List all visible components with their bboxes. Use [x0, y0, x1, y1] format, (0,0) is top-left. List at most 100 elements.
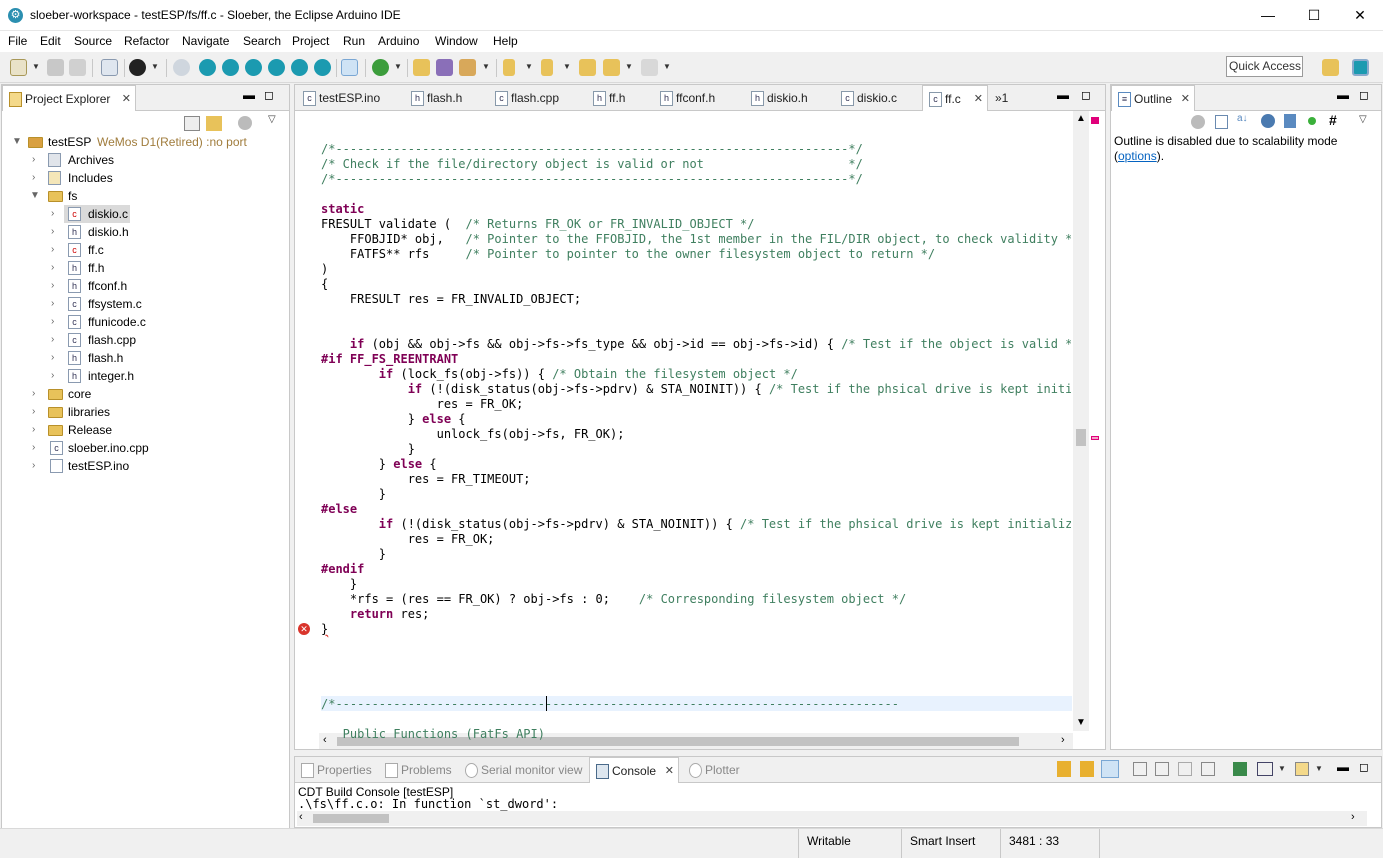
tab-overflow[interactable]: »1 — [989, 85, 1019, 111]
code-line[interactable]: res = FR_OK; — [321, 532, 495, 547]
tab-flash-h[interactable]: h flash.h — [405, 85, 487, 111]
new-console-dropdown-icon[interactable]: ▼ — [1315, 764, 1323, 773]
minimize-view-icon[interactable]: ▬ — [1337, 88, 1349, 102]
minimize-button[interactable]: — — [1245, 0, 1291, 31]
menu-project[interactable]: Project — [292, 34, 329, 48]
tab-problems[interactable]: Problems — [379, 757, 457, 783]
code-line[interactable]: FATFS** rfs /* Pointer to pointer to the… — [321, 247, 935, 262]
tree-item-ffunicode-c[interactable]: › c ffunicode.c — [2, 313, 287, 331]
tree-item-includes[interactable]: › Includes — [2, 169, 287, 187]
tree-item-ffsystem-c[interactable]: › c ffsystem.c — [2, 295, 287, 313]
console-horizontal-scrollbar[interactable]: ‹ › — [297, 811, 1367, 826]
code-line[interactable]: /*--------------------------------------… — [321, 697, 899, 712]
close-icon[interactable]: ✕ — [974, 86, 983, 112]
binary-icon[interactable] — [101, 59, 118, 76]
scroll-down-icon[interactable]: ▼ — [1076, 717, 1086, 728]
menu-refactor[interactable]: Refactor — [124, 34, 169, 48]
collapsed-chevron-icon[interactable]: › — [51, 277, 54, 295]
close-icon[interactable]: ✕ — [1181, 86, 1190, 112]
open-console-icon[interactable] — [1233, 762, 1247, 776]
new-icon[interactable] — [10, 59, 27, 76]
console-scroll-thumb[interactable] — [313, 814, 389, 823]
tab-serial-monitor[interactable]: Serial monitor view — [459, 757, 587, 783]
new-console-icon[interactable] — [1295, 762, 1309, 776]
scroll-right-icon[interactable]: › — [1351, 811, 1355, 823]
run-icon[interactable] — [372, 59, 389, 76]
tree-item-flash-cpp[interactable]: › c flash.cpp — [2, 331, 287, 349]
menu-edit[interactable]: Edit — [40, 34, 61, 48]
next-annotation-dropdown-icon[interactable]: ▼ — [525, 62, 533, 71]
overview-error-marker[interactable] — [1091, 117, 1099, 124]
vertical-scroll-thumb[interactable] — [1076, 429, 1086, 446]
view-menu-icon[interactable]: ▽ — [268, 114, 276, 125]
code-line[interactable]: return res; — [321, 607, 429, 622]
tab-ff-h[interactable]: h ff.h — [587, 85, 647, 111]
code-line[interactable]: if (obj && obj->fs && obj->fs->fs_type &… — [321, 337, 1071, 352]
menu-search[interactable]: Search — [243, 34, 281, 48]
code-line[interactable]: } — [321, 577, 357, 592]
save-icon[interactable] — [47, 59, 64, 76]
search-dropdown-icon[interactable]: ▼ — [482, 62, 490, 71]
collapsed-chevron-icon[interactable]: › — [51, 313, 54, 331]
scroll-up-icon[interactable] — [1080, 761, 1094, 777]
maximize-view-icon[interactable]: ◻ — [264, 88, 274, 102]
maximize-view-icon[interactable]: ◻ — [1081, 88, 1091, 102]
toggle-mark-icon[interactable] — [341, 59, 358, 76]
collapse-all-icon[interactable] — [1215, 115, 1228, 129]
close-icon[interactable]: ✕ — [665, 758, 674, 784]
search-icon[interactable] — [459, 59, 476, 76]
minimize-view-icon[interactable]: ▬ — [243, 88, 255, 102]
tree-item-testesp[interactable]: ▼ testESP WeMos D1(Retired) :no port — [2, 133, 287, 151]
tab-properties[interactable]: Properties — [295, 757, 375, 783]
tab-ffconf-h[interactable]: h ffconf.h — [654, 85, 744, 111]
display-console-dropdown-icon[interactable]: ▼ — [1278, 764, 1286, 773]
link-with-editor-icon[interactable] — [206, 116, 222, 131]
tab-diskio-h[interactable]: h diskio.h — [745, 85, 831, 111]
tab-plotter[interactable]: Plotter — [683, 757, 747, 783]
collapsed-chevron-icon[interactable]: › — [32, 385, 35, 403]
console-output[interactable]: .\fs\ff.c.o: In function `st_dword': — [298, 798, 558, 811]
code-line[interactable]: static — [321, 202, 364, 217]
maximize-view-icon[interactable]: ◻ — [1359, 88, 1369, 102]
code-line[interactable]: FRESULT validate ( /* Returns FR_OK or F… — [321, 217, 754, 232]
code-line[interactable]: #else — [321, 502, 357, 517]
collapsed-chevron-icon[interactable]: › — [32, 151, 35, 169]
code-line[interactable]: } else { — [321, 457, 437, 472]
menu-window[interactable]: Window — [435, 34, 478, 48]
scroll-down-icon[interactable] — [1057, 761, 1071, 777]
code-line[interactable]: res = FR_TIMEOUT; — [321, 472, 531, 487]
next-annotation-icon[interactable] — [503, 59, 515, 76]
collapsed-chevron-icon[interactable]: › — [51, 295, 54, 313]
code-line[interactable]: /*--------------------------------------… — [321, 142, 863, 157]
tab-project-explorer[interactable]: Project Explorer ✕ — [2, 85, 136, 111]
close-icon[interactable]: ✕ — [122, 86, 131, 112]
sort-icon[interactable]: a↓ — [1237, 113, 1248, 124]
collapsed-chevron-icon[interactable]: › — [51, 241, 54, 259]
code-line[interactable]: *rfs = (res == FR_OK) ? obj->fs : 0; /* … — [321, 592, 906, 607]
code-line[interactable]: if (lock_fs(obj->fs)) { /* Obtain the fi… — [321, 367, 798, 382]
open-element-icon[interactable] — [436, 59, 453, 76]
expanded-chevron-icon[interactable]: ▼ — [12, 133, 22, 151]
close-button[interactable]: ✕ — [1337, 0, 1383, 31]
expanded-chevron-icon[interactable]: ▼ — [30, 187, 40, 205]
filters-icon[interactable] — [238, 116, 252, 130]
code-line[interactable]: } — [321, 547, 386, 562]
filters-icon[interactable] — [1191, 115, 1205, 129]
tab-diskio-c[interactable]: c diskio.c — [835, 85, 921, 111]
options-link[interactable]: options — [1118, 149, 1157, 163]
verify-icon[interactable] — [199, 59, 216, 76]
back-dropdown-icon[interactable]: ▼ — [625, 62, 633, 71]
collapsed-chevron-icon[interactable]: › — [51, 223, 54, 241]
menu-run[interactable]: Run — [343, 34, 365, 48]
upload-icon[interactable] — [222, 59, 239, 76]
minimize-view-icon[interactable]: ▬ — [1337, 760, 1349, 774]
user-icon[interactable] — [129, 59, 146, 76]
plotter-icon[interactable] — [314, 59, 331, 76]
code-editor[interactable]: /*--------------------------------------… — [321, 142, 1071, 742]
build-icon[interactable] — [173, 59, 190, 76]
code-line[interactable]: /* Check if the file/directory object is… — [321, 157, 863, 172]
code-line[interactable]: unlock_fs(obj->fs, FR_OK); — [321, 427, 625, 442]
new-sketch-icon[interactable] — [245, 59, 262, 76]
collapsed-chevron-icon[interactable]: › — [51, 331, 54, 349]
scroll-left-icon[interactable]: ‹ — [299, 811, 303, 823]
